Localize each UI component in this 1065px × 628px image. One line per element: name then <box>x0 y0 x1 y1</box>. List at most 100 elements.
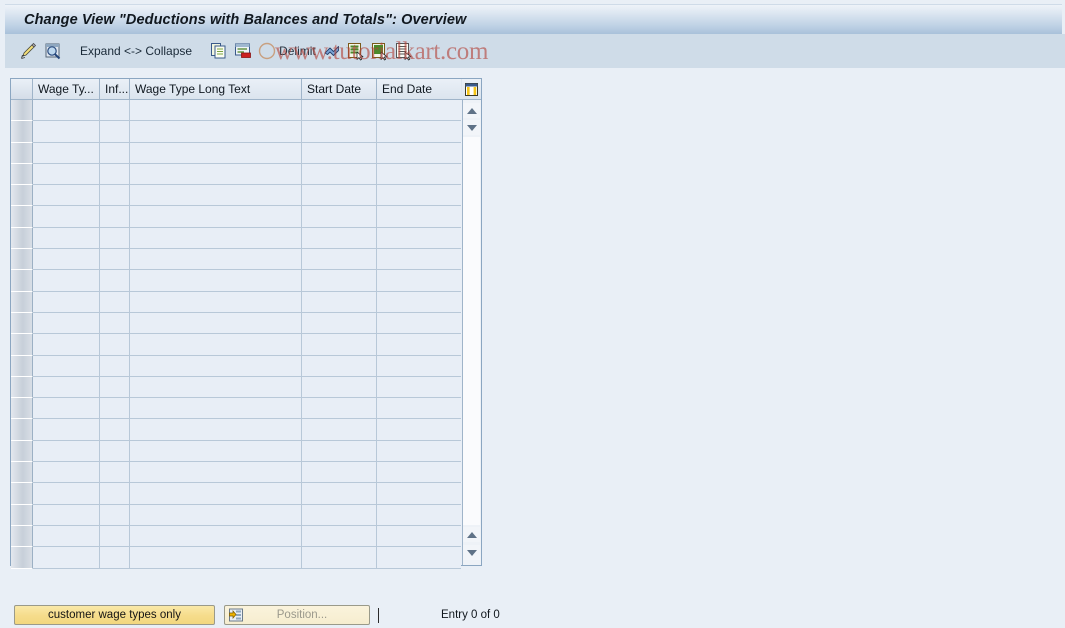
cell-infotype[interactable] <box>100 249 130 271</box>
cell-end_date[interactable] <box>377 142 461 164</box>
cell-start_date[interactable] <box>302 504 377 526</box>
row-select-cell[interactable] <box>11 291 33 313</box>
cell-start_date[interactable] <box>302 206 377 228</box>
cell-end_date[interactable] <box>377 355 461 377</box>
table-row[interactable] <box>11 504 463 526</box>
cell-infotype[interactable] <box>100 142 130 164</box>
cell-long_text[interactable] <box>130 249 302 271</box>
cell-start_date[interactable] <box>302 398 377 420</box>
table-vertical-scrollbar[interactable] <box>462 79 481 565</box>
row-select-cell[interactable] <box>11 504 33 526</box>
scroll-up-button-top[interactable] <box>463 103 480 118</box>
cell-infotype[interactable] <box>100 398 130 420</box>
cell-wage_type[interactable] <box>33 312 100 335</box>
cell-end_date[interactable] <box>377 398 461 420</box>
row-select-cell[interactable] <box>11 334 33 356</box>
toolbar-select-block-button[interactable] <box>394 39 414 63</box>
cell-infotype[interactable] <box>100 121 130 143</box>
table-row[interactable] <box>11 121 463 143</box>
cell-long_text[interactable] <box>130 227 302 250</box>
cell-end_date[interactable] <box>377 291 461 313</box>
table-row[interactable] <box>11 334 463 356</box>
customer-wage-types-only-button[interactable]: customer wage types only <box>14 605 215 625</box>
header-select-all-cell[interactable] <box>11 79 33 99</box>
table-row[interactable] <box>11 163 463 186</box>
cell-long_text[interactable] <box>130 121 302 143</box>
cell-start_date[interactable] <box>302 419 377 441</box>
cell-wage_type[interactable] <box>33 142 100 164</box>
table-row[interactable] <box>11 227 463 250</box>
table-row[interactable] <box>11 100 463 122</box>
cell-end_date[interactable] <box>377 206 461 228</box>
cell-infotype[interactable] <box>100 312 130 335</box>
table-row[interactable] <box>11 462 463 484</box>
cell-long_text[interactable] <box>130 440 302 463</box>
cell-infotype[interactable] <box>100 334 130 356</box>
cell-infotype[interactable] <box>100 547 130 569</box>
cell-end_date[interactable] <box>377 185 461 207</box>
row-select-cell[interactable] <box>11 185 33 207</box>
row-select-cell[interactable] <box>11 121 33 143</box>
cell-wage_type[interactable] <box>33 462 100 484</box>
cell-wage_type[interactable] <box>33 185 100 207</box>
cell-end_date[interactable] <box>377 163 461 186</box>
cell-wage_type[interactable] <box>33 206 100 228</box>
cell-wage_type[interactable] <box>33 483 100 505</box>
cell-wage_type[interactable] <box>33 227 100 250</box>
header-long-text[interactable]: Wage Type Long Text <box>130 79 302 99</box>
cell-end_date[interactable] <box>377 440 461 463</box>
cell-infotype[interactable] <box>100 483 130 505</box>
cell-infotype[interactable] <box>100 525 130 548</box>
cell-long_text[interactable] <box>130 163 302 186</box>
row-select-cell[interactable] <box>11 142 33 164</box>
header-wage-type[interactable]: Wage Ty... <box>33 79 100 99</box>
row-select-cell[interactable] <box>11 355 33 377</box>
row-select-cell[interactable] <box>11 483 33 505</box>
cell-long_text[interactable] <box>130 100 302 122</box>
table-settings-button[interactable] <box>462 79 481 100</box>
cell-long_text[interactable] <box>130 483 302 505</box>
cell-long_text[interactable] <box>130 142 302 164</box>
row-select-cell[interactable] <box>11 398 33 420</box>
cell-wage_type[interactable] <box>33 121 100 143</box>
row-select-cell[interactable] <box>11 100 33 122</box>
row-select-cell[interactable] <box>11 440 33 463</box>
cell-start_date[interactable] <box>302 547 377 569</box>
cell-infotype[interactable] <box>100 462 130 484</box>
cell-wage_type[interactable] <box>33 419 100 441</box>
cell-end_date[interactable] <box>377 121 461 143</box>
table-row[interactable] <box>11 249 463 271</box>
cell-start_date[interactable] <box>302 440 377 463</box>
toolbar-undo-button[interactable] <box>322 39 342 63</box>
toolbar-select-all-button[interactable] <box>346 39 366 63</box>
cell-long_text[interactable] <box>130 547 302 569</box>
cell-wage_type[interactable] <box>33 355 100 377</box>
cell-infotype[interactable] <box>100 270 130 292</box>
cell-long_text[interactable] <box>130 419 302 441</box>
cell-end_date[interactable] <box>377 334 461 356</box>
cell-end_date[interactable] <box>377 312 461 335</box>
cell-start_date[interactable] <box>302 142 377 164</box>
toolbar-change-display-button[interactable] <box>19 39 39 63</box>
cell-infotype[interactable] <box>100 419 130 441</box>
cell-long_text[interactable] <box>130 334 302 356</box>
table-row[interactable] <box>11 142 463 164</box>
cell-start_date[interactable] <box>302 270 377 292</box>
row-select-cell[interactable] <box>11 163 33 186</box>
row-select-cell[interactable] <box>11 376 33 399</box>
cell-end_date[interactable] <box>377 504 461 526</box>
table-row[interactable] <box>11 355 463 377</box>
cell-start_date[interactable] <box>302 525 377 548</box>
toolbar-delimit-button[interactable]: Delimit <box>257 39 318 63</box>
cell-end_date[interactable] <box>377 249 461 271</box>
cell-infotype[interactable] <box>100 227 130 250</box>
row-select-cell[interactable] <box>11 206 33 228</box>
cell-start_date[interactable] <box>302 462 377 484</box>
position-button[interactable]: Position... <box>224 605 370 625</box>
cell-infotype[interactable] <box>100 376 130 399</box>
cell-start_date[interactable] <box>302 249 377 271</box>
toolbar-expand-collapse-button[interactable]: Expand <-> Collapse <box>77 39 195 63</box>
table-row[interactable] <box>11 291 463 313</box>
cell-wage_type[interactable] <box>33 376 100 399</box>
toolbar-display-details-button[interactable] <box>43 39 63 63</box>
